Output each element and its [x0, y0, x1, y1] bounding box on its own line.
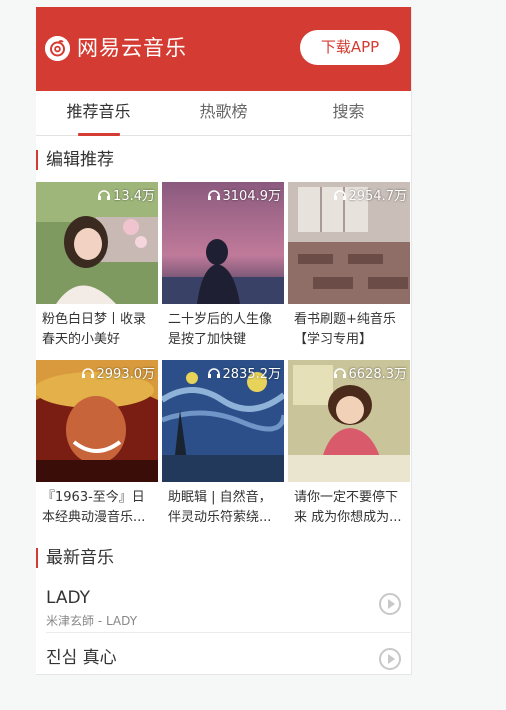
tab-label: 搜索: [332, 102, 365, 121]
tab-search[interactable]: 搜索: [286, 91, 411, 135]
playlist-card[interactable]: 3104.9万 二十岁后的人生像是按了加快键: [162, 182, 284, 360]
tab-hot-chart[interactable]: 热歌榜: [161, 91, 286, 135]
headphones-icon: [207, 367, 220, 378]
playlist-grid: 13.4万 粉色白日梦丨收录春天的小美好 3104.9万 二十岁后的人生像是按了…: [36, 182, 411, 538]
playlist-cover: 13.4万: [36, 182, 158, 304]
headphones-icon: [207, 189, 220, 200]
play-icon[interactable]: [379, 593, 401, 615]
playlist-cover: 2835.2万: [162, 360, 284, 482]
headphones-icon: [333, 367, 346, 378]
play-count: 13.4万: [97, 185, 155, 204]
active-tab-indicator: [77, 133, 120, 136]
section-title-new-songs: 最新音乐: [36, 546, 411, 570]
play-count-value: 6628.3万: [348, 367, 408, 382]
playlist-cover: 2954.7万: [288, 182, 410, 304]
play-count: 3104.9万: [207, 185, 282, 204]
playlist-title: 二十岁后的人生像是按了加快键: [168, 312, 273, 347]
playlist-card[interactable]: 6628.3万 请你一定不要停下来 成为你想成为...: [288, 360, 410, 538]
song-list: LADY 米津玄師 - LADY 진심 真心: [36, 578, 411, 674]
playlist-card[interactable]: 2835.2万 助眠辑 | 自然音，伴灵动乐符萦绕...: [162, 360, 284, 538]
netease-logo-icon: [45, 36, 70, 61]
play-count-value: 13.4万: [113, 189, 155, 204]
play-count: 6628.3万: [333, 363, 408, 382]
playlist-cover: 2993.0万: [36, 360, 158, 482]
section-title-recommend: 编辑推荐: [36, 148, 411, 172]
song-item[interactable]: LADY 米津玄師 - LADY: [46, 578, 411, 633]
download-app-button[interactable]: 下载APP: [300, 30, 400, 65]
play-count: 2954.7万: [333, 185, 408, 204]
playlist-title: 请你一定不要停下来 成为你想成为...: [294, 490, 402, 525]
song-item[interactable]: 진심 真心: [46, 633, 411, 674]
tab-recommend[interactable]: 推荐音乐: [36, 91, 161, 136]
song-artist: 米津玄師 - LADY: [46, 614, 138, 628]
playlist-card[interactable]: 2954.7万 看书刷题+纯音乐【学习专用】: [288, 182, 410, 360]
play-count-value: 3104.9万: [222, 189, 282, 204]
headphones-icon: [81, 367, 94, 378]
tab-label: 推荐音乐: [66, 102, 131, 121]
tab-label: 热歌榜: [199, 102, 248, 121]
headphones-icon: [98, 189, 111, 200]
song-name: 진심 真心: [46, 648, 117, 668]
playlist-title: 看书刷题+纯音乐【学习专用】: [294, 312, 396, 347]
nav-tabs: 推荐音乐 热歌榜 搜索: [36, 91, 411, 136]
play-count: 2993.0万: [81, 363, 156, 382]
play-count-value: 2954.7万: [348, 189, 408, 204]
play-count-value: 2835.2万: [222, 367, 282, 382]
play-count-value: 2993.0万: [96, 367, 156, 382]
app-frame: 网易云音乐 下载APP 推荐音乐 热歌榜 搜索 编辑推荐 13.4万 粉色白日梦…: [36, 7, 412, 675]
top-bar: 网易云音乐 下载APP: [36, 7, 411, 91]
play-count: 2835.2万: [207, 363, 282, 382]
brand-name: 网易云音乐: [77, 36, 187, 60]
playlist-title: 粉色白日梦丨收录春天的小美好: [42, 312, 147, 347]
play-icon[interactable]: [379, 648, 401, 670]
song-name: LADY: [46, 588, 91, 608]
playlist-cover: 3104.9万: [162, 182, 284, 304]
playlist-card[interactable]: 2993.0万 『1963-至今』日本经典动漫音乐...: [36, 360, 158, 538]
headphones-icon: [333, 189, 346, 200]
playlist-card[interactable]: 13.4万 粉色白日梦丨收录春天的小美好: [36, 182, 158, 360]
playlist-title: 助眠辑 | 自然音，伴灵动乐符萦绕...: [168, 490, 272, 525]
playlist-cover: 6628.3万: [288, 360, 410, 482]
playlist-title: 『1963-至今』日本经典动漫音乐...: [42, 490, 146, 525]
